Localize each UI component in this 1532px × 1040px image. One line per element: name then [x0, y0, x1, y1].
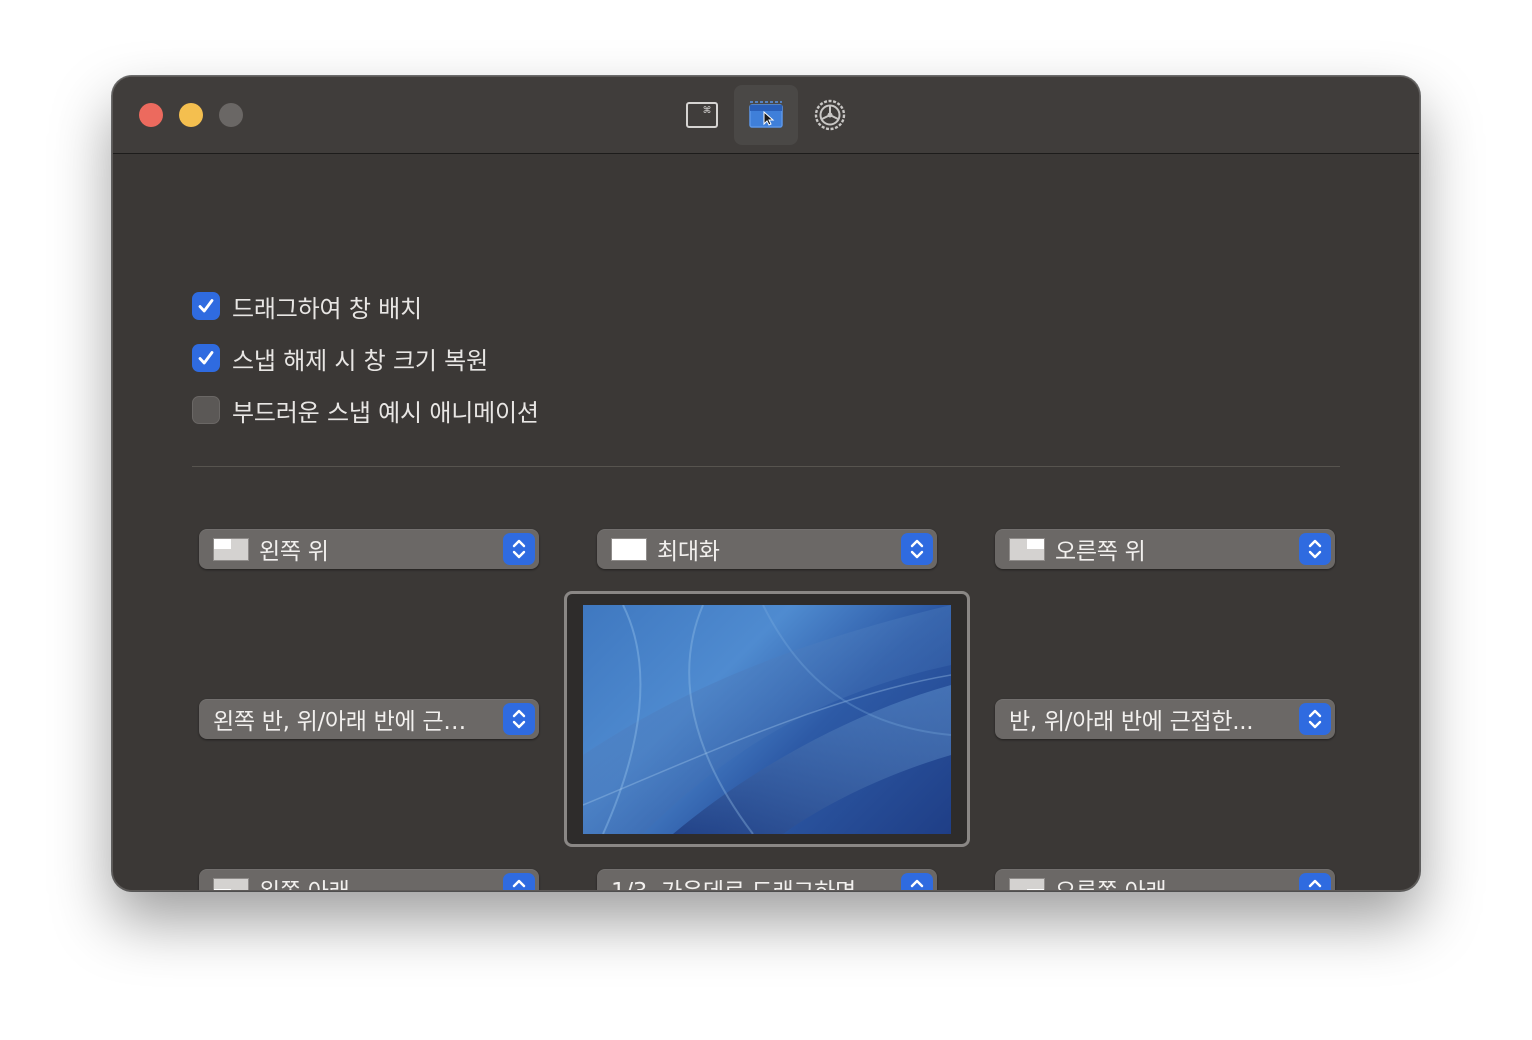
- checkbox-label: 스냅 해제 시 창 크기 복원: [232, 346, 488, 375]
- toolbar-general-button[interactable]: [798, 85, 862, 145]
- popup-label: 왼쪽 반, 위/아래 반에 근…: [213, 709, 466, 735]
- gear-icon: [814, 99, 846, 131]
- minimize-button[interactable]: [179, 103, 203, 127]
- zone-popup-bottom-center[interactable]: 1/3, 가운데로 드래그하면...: [597, 869, 937, 890]
- chevron-up-down-icon: [1299, 873, 1331, 890]
- desktop-wallpaper-image: [583, 605, 951, 834]
- zone-popup-top-left[interactable]: 왼쪽 위: [199, 529, 539, 569]
- checkbox-drag-to-place[interactable]: 드래그하여 창 배치: [192, 291, 422, 323]
- checkbox-box[interactable]: [192, 396, 220, 424]
- window-snap-icon: [749, 101, 783, 128]
- checkbox-box[interactable]: [192, 344, 220, 372]
- chevron-up-down-icon: [503, 533, 535, 565]
- popup-label: 왼쪽 위: [259, 539, 329, 565]
- checkbox-box[interactable]: [192, 292, 220, 320]
- bottom-left-zone-icon: [213, 877, 249, 890]
- zoom-button[interactable]: [219, 103, 243, 127]
- top-left-zone-icon: [213, 537, 249, 561]
- svg-text:⌘: ⌘: [703, 106, 712, 116]
- chevron-up-down-icon: [901, 533, 933, 565]
- titlebar: ⌘: [113, 77, 1419, 154]
- separator: [192, 466, 1340, 467]
- checkmark-icon: [198, 351, 214, 365]
- zone-popup-bottom-left[interactable]: 왼쪽 아래: [199, 869, 539, 890]
- chevron-up-down-icon: [1299, 703, 1331, 735]
- checkbox-label: 드래그하여 창 배치: [232, 294, 422, 323]
- close-button[interactable]: [139, 103, 163, 127]
- checkbox-restore-size[interactable]: 스냅 해제 시 창 크기 복원: [192, 343, 488, 375]
- zone-popup-top-center[interactable]: 최대화: [597, 529, 937, 569]
- screen-preview: [564, 591, 970, 847]
- chevron-up-down-icon: [901, 873, 933, 890]
- popup-label: 오른쪽 위: [1055, 539, 1146, 565]
- checkmark-icon: [198, 299, 214, 313]
- popup-label: 1/3, 가운데로 드래그하면...: [611, 872, 901, 890]
- zone-popup-bottom-right[interactable]: 오른쪽 아래: [995, 869, 1335, 890]
- zone-popup-top-right[interactable]: 오른쪽 위: [995, 529, 1335, 569]
- content-area: 드래그하여 창 배치 스냅 해제 시 창 크기 복원 부드러운 스냅 예시 애니…: [113, 155, 1419, 890]
- top-right-zone-icon: [1009, 537, 1045, 561]
- chevron-up-down-icon: [503, 703, 535, 735]
- chevron-up-down-icon: [503, 873, 535, 890]
- toolbar-shortcuts-button[interactable]: ⌘: [670, 85, 734, 145]
- popup-label: 반, 위/아래 반에 근접한...: [1009, 709, 1254, 735]
- bottom-right-zone-icon: [1009, 877, 1045, 890]
- keyboard-shortcut-icon: ⌘: [686, 102, 718, 128]
- settings-window: ⌘ 드래그하여 창 배치 스냅 해제 시 창 크기 복원 부드러운 스냅 예시 …: [112, 76, 1420, 891]
- popup-label: 최대화: [657, 539, 720, 565]
- chevron-up-down-icon: [1299, 533, 1331, 565]
- checkbox-label: 부드러운 스냅 예시 애니메이션: [232, 398, 539, 427]
- toolbar-snap-areas-button[interactable]: [734, 85, 798, 145]
- maximize-zone-icon: [611, 537, 647, 561]
- checkbox-smooth-animation[interactable]: 부드러운 스냅 예시 애니메이션: [192, 395, 539, 427]
- popup-label: 오른쪽 아래: [1055, 872, 1299, 890]
- zone-popup-middle-left[interactable]: 왼쪽 반, 위/아래 반에 근…: [199, 699, 539, 739]
- zone-popup-middle-right[interactable]: 반, 위/아래 반에 근접한...: [995, 699, 1335, 739]
- popup-label: 왼쪽 아래: [259, 872, 503, 890]
